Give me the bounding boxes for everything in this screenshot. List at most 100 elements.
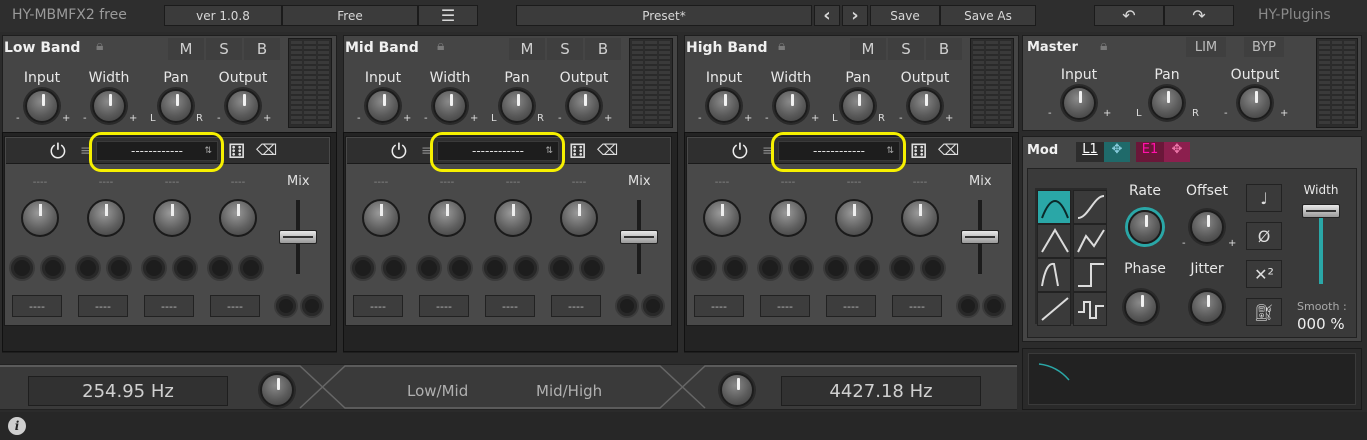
band0-option-button[interactable]: ---- (12, 295, 62, 317)
band2-param-knob[interactable] (769, 199, 807, 237)
band1-solo-button[interactable]: S (547, 38, 583, 60)
low-crossover-knob[interactable] (260, 373, 294, 407)
lock-icon[interactable]: 🔒︎ (778, 38, 785, 54)
band2-mod-slot[interactable] (854, 255, 880, 281)
power-icon[interactable]: ⏻ (391, 139, 407, 163)
eraser-icon[interactable]: ⌫ (938, 141, 959, 159)
power-icon[interactable]: ⏻ (732, 139, 748, 163)
invert-button[interactable]: Ø (1246, 222, 1282, 250)
band1-mod-slot[interactable] (513, 255, 539, 281)
lfo-shape-button[interactable] (1037, 190, 1071, 224)
lfo-shape-button[interactable] (1073, 190, 1107, 224)
band0-mod-slot[interactable] (238, 255, 264, 281)
band1-mix-handle[interactable] (620, 230, 658, 244)
band1-mod-slot[interactable] (350, 255, 376, 281)
band2-output-knob[interactable] (908, 89, 942, 123)
band0-param-knob[interactable] (87, 199, 125, 237)
lock-icon[interactable]: 🔒︎ (96, 38, 103, 54)
dice-icon[interactable]: ⚅ (569, 139, 586, 163)
band0-option-button[interactable]: ---- (210, 295, 260, 317)
info-icon[interactable]: i (8, 417, 26, 435)
band2-bypass-button[interactable]: B (926, 38, 962, 60)
redo-button[interactable]: ↷ (1164, 5, 1234, 26)
band1-mod-slot[interactable] (548, 255, 574, 281)
lfo-shape-button[interactable] (1073, 258, 1107, 292)
save-button[interactable]: Save (870, 5, 940, 26)
phase-knob[interactable] (1124, 290, 1158, 324)
band0-option-button[interactable]: ---- (78, 295, 128, 317)
band2-option-button[interactable]: ---- (892, 295, 942, 317)
band2-mod-slot[interactable] (920, 255, 946, 281)
lfo-shape-button[interactable] (1073, 292, 1107, 326)
band0-width-knob[interactable] (92, 89, 126, 123)
band0-mix-mod-slot[interactable] (300, 294, 324, 318)
band1-mod-slot[interactable] (416, 255, 442, 281)
lock-icon[interactable]: 🔒︎ (437, 38, 444, 54)
band0-pan-knob[interactable] (159, 89, 193, 123)
band1-input-knob[interactable] (366, 89, 400, 123)
license-button[interactable]: Free (282, 5, 418, 26)
lfo-shape-button[interactable] (1037, 224, 1071, 258)
dice-icon[interactable]: ⚅ (910, 139, 927, 163)
power-icon[interactable]: ⏻ (50, 139, 66, 163)
band0-mix-mod-slot[interactable] (274, 294, 298, 318)
band0-mod-slot[interactable] (172, 255, 198, 281)
jitter-knob[interactable] (1190, 290, 1224, 324)
smooth-value[interactable]: 000 % (1297, 315, 1345, 333)
band2-mix-mod-slot[interactable] (982, 294, 1006, 318)
band1-mix-mod-slot[interactable] (641, 294, 665, 318)
band1-bypass-button[interactable]: B (585, 38, 621, 60)
band2-param-knob[interactable] (901, 199, 939, 237)
band2-mix-handle[interactable] (961, 230, 999, 244)
band0-option-button[interactable]: ---- (144, 295, 194, 317)
band1-option-button[interactable]: ---- (551, 295, 601, 317)
eraser-icon[interactable]: ⌫ (256, 141, 277, 159)
band1-pan-knob[interactable] (500, 89, 534, 123)
band2-mod-slot[interactable] (889, 255, 915, 281)
low-crossover-frequency[interactable]: 254.95 Hz (28, 376, 228, 406)
band2-mod-slot[interactable] (788, 255, 814, 281)
band1-param-knob[interactable] (428, 199, 466, 237)
drag-l1-icon[interactable]: ✥ (1104, 142, 1130, 162)
band2-option-button[interactable]: ---- (760, 295, 810, 317)
band0-mix-handle[interactable] (279, 230, 317, 244)
band2-param-knob[interactable] (703, 199, 741, 237)
band2-mod-slot[interactable] (722, 255, 748, 281)
band0-mod-slot[interactable] (40, 255, 66, 281)
band0-mod-slot[interactable] (106, 255, 132, 281)
eraser-icon[interactable]: ⌫ (597, 141, 618, 159)
offset-knob[interactable] (1190, 210, 1224, 244)
band0-mute-button[interactable]: M (168, 38, 204, 60)
save-as-button[interactable]: Save As (940, 5, 1036, 26)
bypass-button[interactable]: BYP (1244, 37, 1284, 57)
band2-mod-slot[interactable] (691, 255, 717, 281)
preset-next-button[interactable]: › (842, 5, 868, 26)
band2-width-knob[interactable] (774, 89, 808, 123)
band0-mod-slot[interactable] (141, 255, 167, 281)
preset-selector[interactable]: Preset* (516, 5, 812, 26)
band0-input-knob[interactable] (25, 89, 59, 123)
version-button[interactable]: ver 1.0.8 (164, 5, 282, 26)
band2-mod-slot[interactable] (823, 255, 849, 281)
band0-param-knob[interactable] (21, 199, 59, 237)
band1-mod-slot[interactable] (381, 255, 407, 281)
band0-bypass-button[interactable]: B (244, 38, 280, 60)
band2-input-knob[interactable] (707, 89, 741, 123)
band0-mod-slot[interactable] (9, 255, 35, 281)
band1-mod-slot[interactable] (482, 255, 508, 281)
band0-mod-slot[interactable] (75, 255, 101, 281)
lock-icon[interactable]: 🔒︎ (1100, 38, 1114, 56)
band1-mix-mod-slot[interactable] (615, 294, 639, 318)
lfo-tab-l1[interactable]: L1 ✥ (1076, 142, 1130, 162)
band1-option-button[interactable]: ---- (353, 295, 403, 317)
band1-option-button[interactable]: ---- (419, 295, 469, 317)
band2-mute-button[interactable]: M (850, 38, 886, 60)
multiply-button[interactable]: ✕² (1246, 260, 1282, 288)
undo-button[interactable]: ↶ (1094, 5, 1164, 26)
rate-knob[interactable] (1128, 210, 1162, 244)
band2-pan-knob[interactable] (841, 89, 875, 123)
band2-option-button[interactable]: ---- (694, 295, 744, 317)
band2-param-knob[interactable] (835, 199, 873, 237)
high-crossover-frequency[interactable]: 4427.18 Hz (781, 376, 981, 406)
band1-param-knob[interactable] (494, 199, 532, 237)
